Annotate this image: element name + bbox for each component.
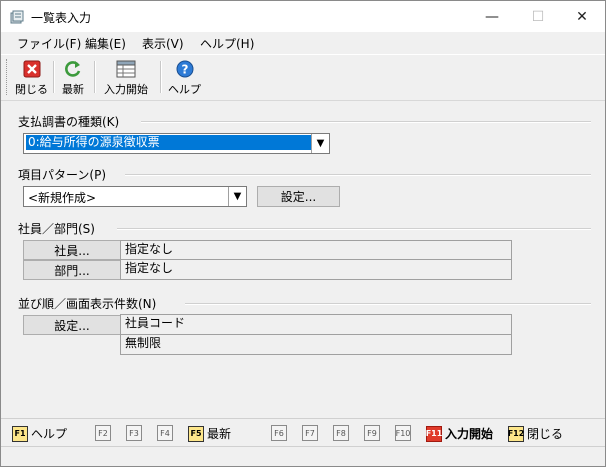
function-key-bar: F1 ヘルプ F2 F3 F4 F5 最新 F6 F7 F8 F9 F10 F11 入… [1,418,605,446]
count-value: 無制限 [120,334,512,355]
window-title: 一覧表入力 [31,11,92,25]
f11-input-start-key[interactable]: F11 入力開始 [426,425,493,442]
department-button[interactable]: 部門... [23,260,121,280]
employee-value: 指定なし [120,240,512,260]
close-window-button[interactable]: ✕ [559,1,605,32]
maximize-icon: ☐ [531,8,545,25]
menu-bar: ファイル(F) 編集(E) 表示(V) ヘルプ(H) [1,32,605,53]
employee-button[interactable]: 社員... [23,240,121,260]
f12-close-key[interactable]: F12 閉じる [508,425,563,442]
divider [125,174,591,176]
f8-key: F8 [333,425,352,441]
pattern-select[interactable]: <新規作成> ▼ [23,186,247,207]
svg-text:?: ? [181,63,188,77]
order-value: 社員コード [120,314,512,335]
app-window: 一覧表入力 — ☐ ✕ ファイル(F) 編集(E) 表示(V) ヘルプ(H) 閉… [0,0,606,467]
pattern-value: <新規作成> [28,191,97,205]
doc-type-label: 支払調書の種類(K) [18,115,120,129]
f10-key: F10 [395,425,414,441]
toolbar-separator [53,61,55,93]
f6-key: F6 [271,425,290,441]
f5-refresh-key[interactable]: F5 最新 [188,425,231,442]
f4-key: F4 [157,425,176,441]
menu-view[interactable]: 表示(V) [142,35,184,52]
divider [117,228,591,230]
pattern-label: 項目パターン(P) [18,168,107,182]
refresh-icon [65,61,81,77]
pattern-settings-button[interactable]: 設定... [257,186,340,207]
chevron-down-icon[interactable]: ▼ [311,134,329,153]
close-tool-button[interactable]: 閉じる [15,57,48,97]
menu-file[interactable]: ファイル(F) [17,35,81,52]
menu-edit[interactable]: 編集(E) [85,35,126,52]
help-tool-button[interactable]: ? ヘルプ [168,57,201,97]
chevron-down-icon[interactable]: ▼ [228,187,246,206]
order-settings-button[interactable]: 設定... [23,315,121,335]
divider [185,303,591,305]
f7-key: F7 [302,425,321,441]
f2-key: F2 [95,425,114,441]
title-bar[interactable]: 一覧表入力 — ☐ ✕ [1,1,605,32]
minimize-icon: — [485,8,499,25]
toolbar-grip[interactable] [6,59,10,95]
divider [141,121,591,123]
maximize-button[interactable]: ☐ [515,1,561,32]
order-label: 並び順／画面表示件数(N) [18,297,157,311]
doc-type-value: 0:給与所得の源泉徴収票 [26,135,313,150]
toolbar-separator [160,61,162,93]
input-start-tool-button[interactable]: 入力開始 [104,57,148,97]
app-icon [10,10,24,24]
minimize-button[interactable]: — [469,1,515,32]
close-icon [23,60,40,78]
doc-type-select[interactable]: 0:給与所得の源泉徴収票 ▼ [23,133,330,154]
f1-help-key[interactable]: F1 ヘルプ [12,425,67,442]
help-icon: ? [176,60,193,78]
f3-key: F3 [126,425,145,441]
refresh-tool-button[interactable]: 最新 [62,57,84,97]
status-bar [1,446,605,467]
department-value: 指定なし [120,259,512,280]
toolbar: 閉じる 最新 入力開始 ? ヘルプ [1,54,605,101]
menu-help[interactable]: ヘルプ(H) [200,35,254,52]
table-input-icon [116,60,136,78]
toolbar-separator [94,61,96,93]
close-icon: ✕ [576,8,588,25]
f9-key: F9 [364,425,383,441]
emp-dept-label: 社員／部門(S) [18,222,95,236]
